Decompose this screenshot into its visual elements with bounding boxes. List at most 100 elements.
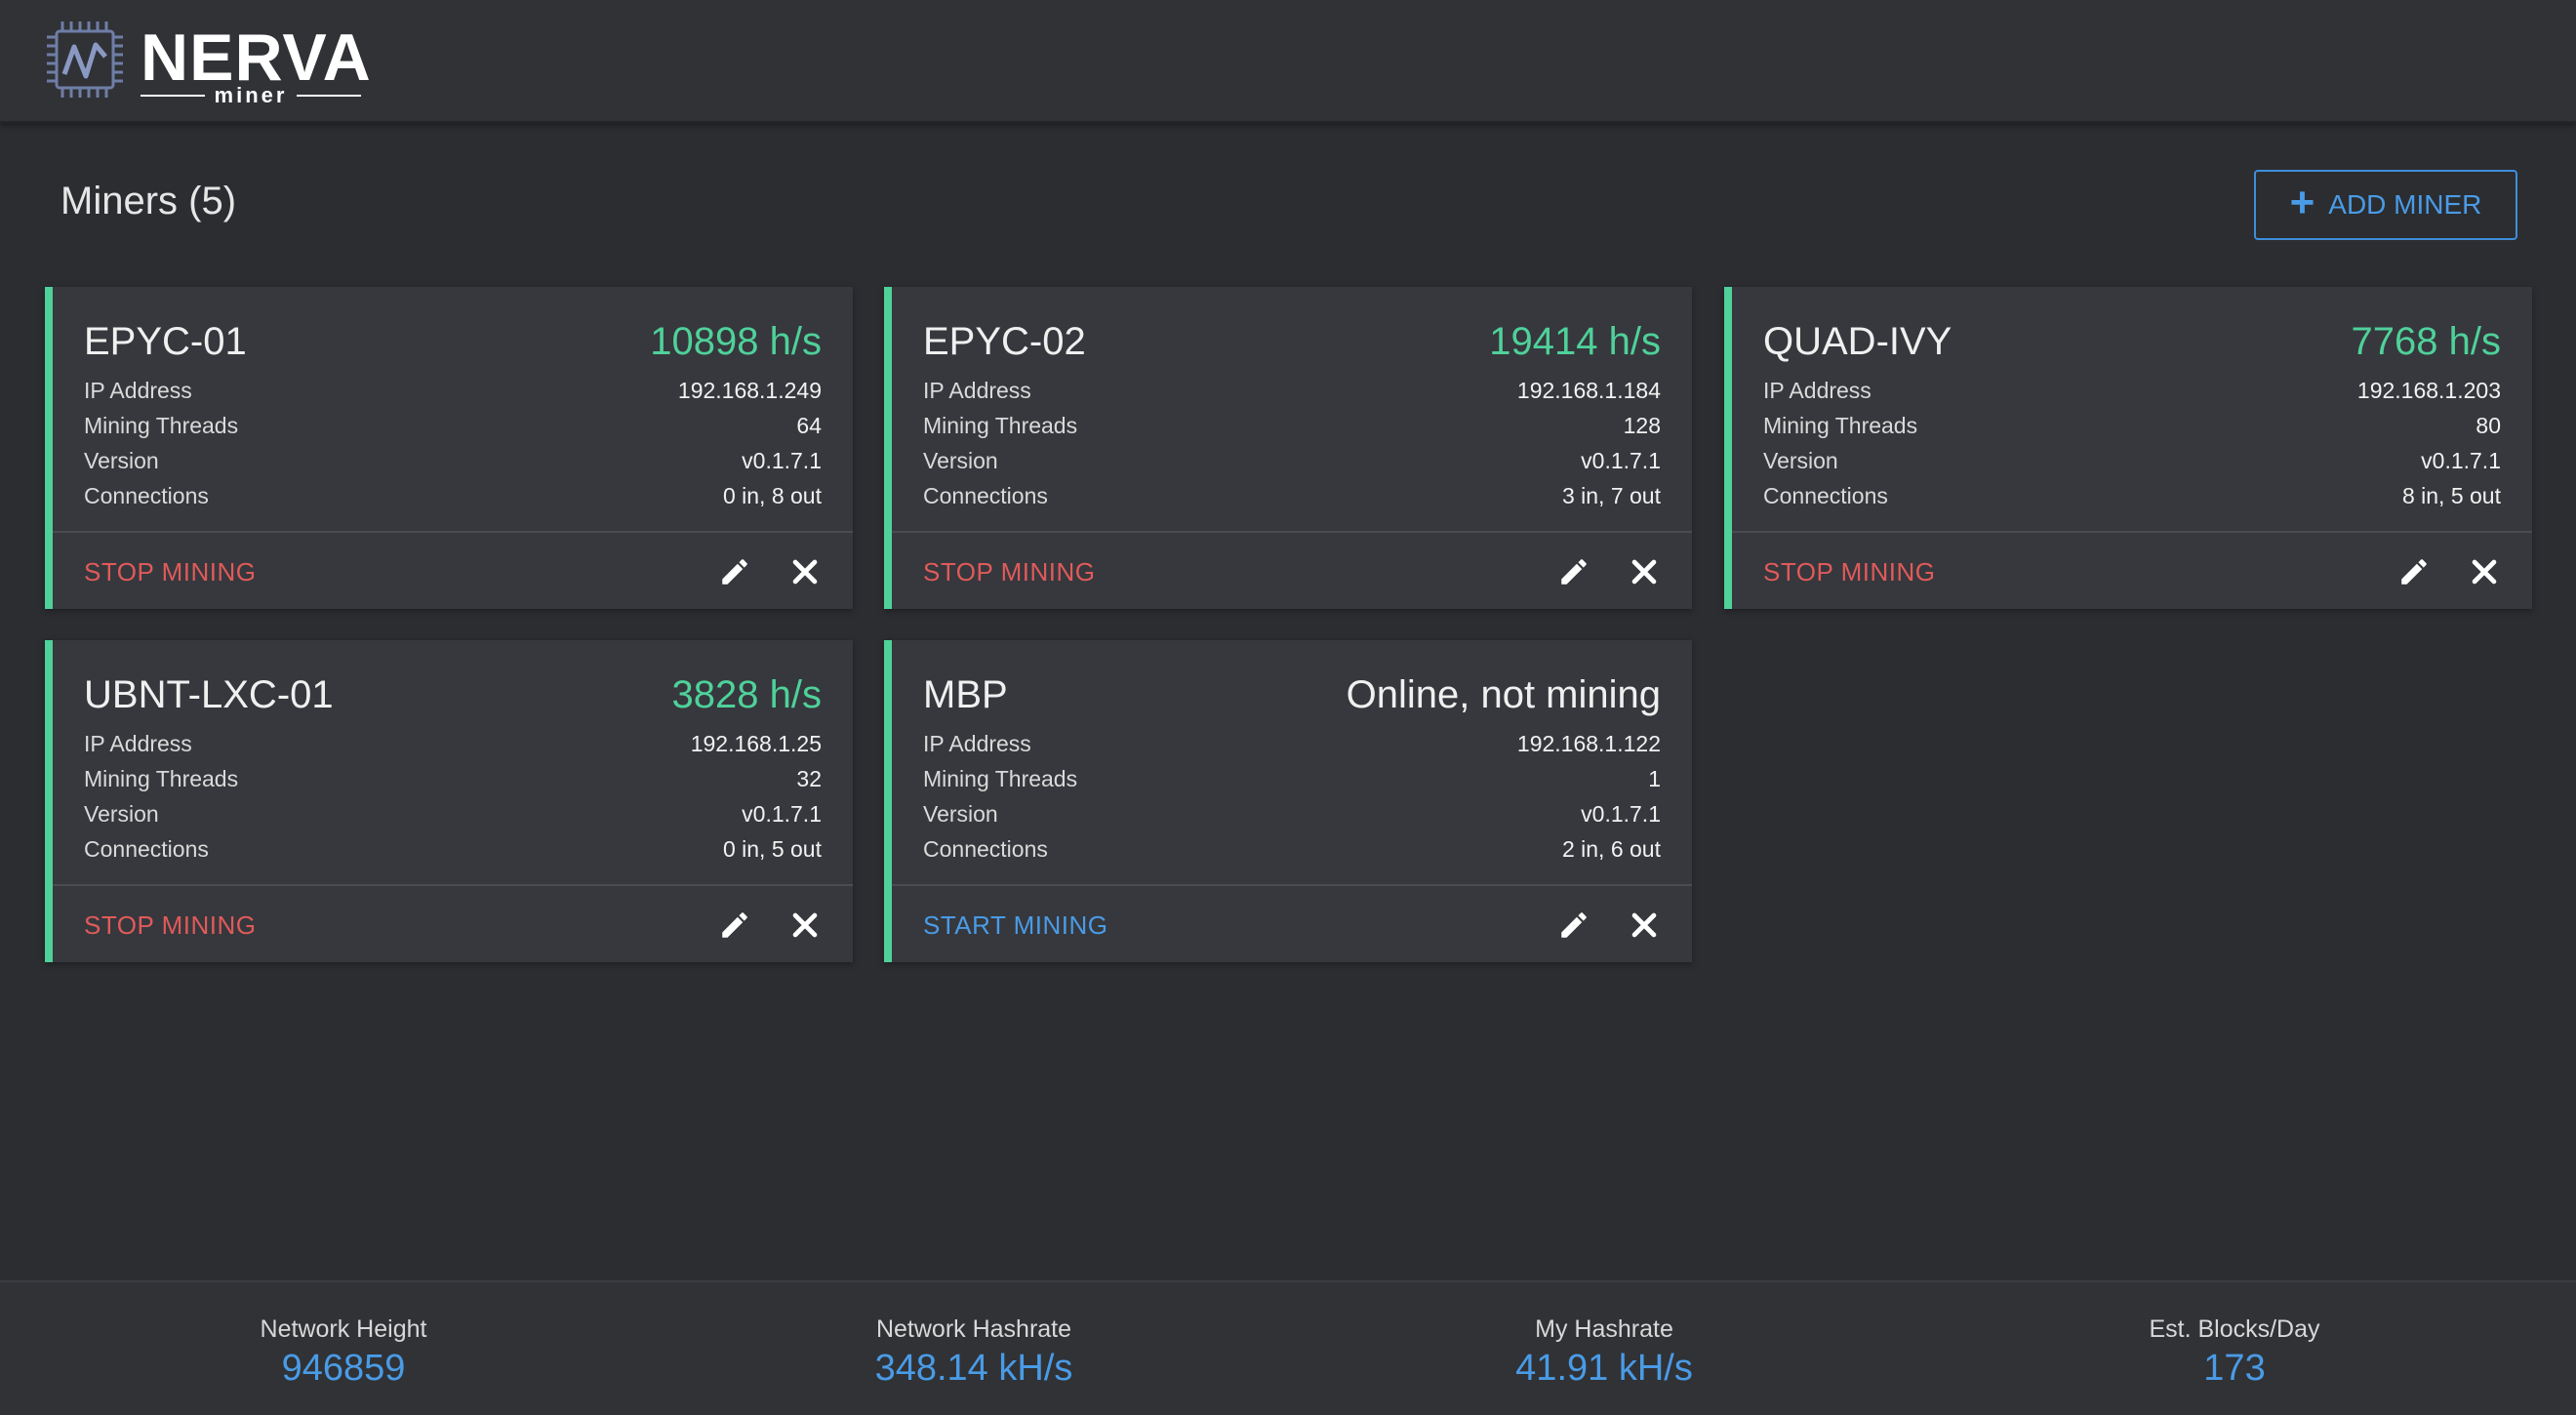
close-icon[interactable] <box>788 555 822 588</box>
miner-card: EPYC-01 10898 h/s IP Address 192.168.1.24… <box>45 287 853 609</box>
threads-row: Mining Threads 64 <box>84 408 822 443</box>
version-label: Version <box>84 447 159 473</box>
card-actions <box>2397 555 2501 588</box>
threads-row: Mining Threads 32 <box>84 761 822 796</box>
logo-subtitle: miner <box>141 83 362 107</box>
connections-row: Connections 8 in, 5 out <box>1763 478 2501 513</box>
network-height-value: 946859 <box>281 1348 406 1389</box>
connections-value: 8 in, 5 out <box>2401 482 2501 508</box>
threads-label: Mining Threads <box>84 765 239 791</box>
pencil-icon[interactable] <box>1557 555 1590 588</box>
version-row: Version v0.1.7.1 <box>923 796 1661 831</box>
threads-label: Mining Threads <box>84 412 239 438</box>
card-divider <box>53 884 853 886</box>
miner-card: EPYC-02 19414 h/s IP Address 192.168.1.18… <box>884 287 1692 609</box>
version-value: v0.1.7.1 <box>742 447 822 473</box>
version-row: Version v0.1.7.1 <box>84 796 822 831</box>
miner-hashrate: 7768 h/s <box>2351 319 2501 363</box>
connections-row: Connections 2 in, 6 out <box>923 831 1661 867</box>
ip-row: IP Address 192.168.1.184 <box>923 373 1661 408</box>
network-hashrate-value: 348.14 kH/s <box>874 1348 1073 1389</box>
card-divider <box>1732 531 2532 533</box>
close-icon[interactable] <box>2468 555 2501 588</box>
card-actions <box>718 909 822 942</box>
card-actions <box>718 555 822 588</box>
miner-card-header: EPYC-01 10898 h/s <box>84 314 822 369</box>
miner-hashrate: 19414 h/s <box>1489 319 1661 363</box>
page-title: Miners (5) <box>60 180 237 222</box>
version-value: v0.1.7.1 <box>2421 447 2501 473</box>
network-hashrate-stat: Network Hashrate 348.14 kH/s <box>779 1315 1169 1390</box>
ip-value: 192.168.1.122 <box>1516 730 1661 756</box>
miner-card-header: UBNT-LXC-01 3828 h/s <box>84 667 822 722</box>
close-icon[interactable] <box>788 909 822 942</box>
miner-card-footer: STOP MINING <box>84 888 822 962</box>
miner-card-header: EPYC-02 19414 h/s <box>923 314 1661 369</box>
version-label: Version <box>1763 447 1838 473</box>
miner-card: QUAD-IVY 7768 h/s IP Address 192.168.1.20… <box>1724 287 2532 609</box>
threads-value: 80 <box>2475 412 2501 438</box>
connections-value: 0 in, 5 out <box>722 835 822 862</box>
stop-mining-button[interactable]: STOP MINING <box>84 910 256 941</box>
threads-row: Mining Threads 1 <box>923 761 1661 796</box>
pencil-icon[interactable] <box>718 909 751 942</box>
miner-name: MBP <box>923 672 1008 716</box>
add-miner-button[interactable]: + ADD MINER <box>2254 170 2517 240</box>
pencil-icon[interactable] <box>1557 909 1590 942</box>
card-divider <box>892 884 1692 886</box>
version-value: v0.1.7.1 <box>742 800 822 827</box>
threads-row: Mining Threads 80 <box>1763 408 2501 443</box>
network-hashrate-label: Network Hashrate <box>875 1315 1072 1343</box>
ip-label: IP Address <box>84 377 192 403</box>
miner-card-footer: START MINING <box>923 888 1661 962</box>
miner-name: UBNT-LXC-01 <box>84 672 334 716</box>
threads-value: 64 <box>796 412 822 438</box>
threads-label: Mining Threads <box>923 765 1078 791</box>
stop-mining-button[interactable]: STOP MINING <box>1763 557 1935 587</box>
close-icon[interactable] <box>1628 909 1661 942</box>
my-hashrate-stat: My Hashrate 41.91 kH/s <box>1409 1315 1799 1390</box>
card-divider <box>53 531 853 533</box>
version-row: Version v0.1.7.1 <box>84 443 822 478</box>
connections-label: Connections <box>84 482 209 508</box>
version-row: Version v0.1.7.1 <box>923 443 1661 478</box>
miner-details: IP Address 192.168.1.122 Mining Threads 1 … <box>923 726 1661 867</box>
miner-name: EPYC-01 <box>84 319 247 363</box>
pencil-icon[interactable] <box>718 555 751 588</box>
connections-label: Connections <box>923 482 1048 508</box>
connections-value: 3 in, 7 out <box>1561 482 1661 508</box>
start-mining-button[interactable]: START MINING <box>923 910 1107 941</box>
blocks-per-day-label: Est. Blocks/Day <box>2149 1315 2320 1343</box>
threads-label: Mining Threads <box>923 412 1078 438</box>
threads-value: 32 <box>796 765 822 791</box>
stop-mining-button[interactable]: STOP MINING <box>923 557 1095 587</box>
close-icon[interactable] <box>1628 555 1661 588</box>
connections-row: Connections 0 in, 8 out <box>84 478 822 513</box>
connections-row: Connections 0 in, 5 out <box>84 831 822 867</box>
pencil-icon[interactable] <box>2397 555 2431 588</box>
logo-sub-text: miner <box>214 83 288 107</box>
card-divider <box>892 531 1692 533</box>
version-value: v0.1.7.1 <box>1581 800 1661 827</box>
stop-mining-button[interactable]: STOP MINING <box>84 557 256 587</box>
miner-card: MBP Online, not mining IP Address 192.168… <box>884 640 1692 962</box>
miner-details: IP Address 192.168.1.249 Mining Threads 64… <box>84 373 822 513</box>
connections-label: Connections <box>84 835 209 862</box>
miner-details: IP Address 192.168.1.184 Mining Threads 12… <box>923 373 1661 513</box>
miner-card-footer: STOP MINING <box>84 535 822 609</box>
chip-icon <box>43 18 127 106</box>
ip-row: IP Address 192.168.1.203 <box>1763 373 2501 408</box>
ip-value: 192.168.1.25 <box>690 730 822 756</box>
connections-value: 2 in, 6 out <box>1561 835 1661 862</box>
my-hashrate-value: 41.91 kH/s <box>1515 1348 1693 1389</box>
connections-label: Connections <box>923 835 1048 862</box>
ip-label: IP Address <box>84 730 192 756</box>
stats-footer: Network Height 946859 Network Hashrate 3… <box>0 1280 2576 1415</box>
version-value: v0.1.7.1 <box>1581 447 1661 473</box>
miner-details: IP Address 192.168.1.25 Mining Threads 32 … <box>84 726 822 867</box>
blocks-per-day-stat: Est. Blocks/Day 173 <box>2039 1315 2430 1390</box>
nerva-logo[interactable]: NERVA miner <box>43 18 371 107</box>
miner-card-footer: STOP MINING <box>923 535 1661 609</box>
miner-card: UBNT-LXC-01 3828 h/s IP Address 192.168.1… <box>45 640 853 962</box>
miner-hashrate: 3828 h/s <box>671 672 822 716</box>
